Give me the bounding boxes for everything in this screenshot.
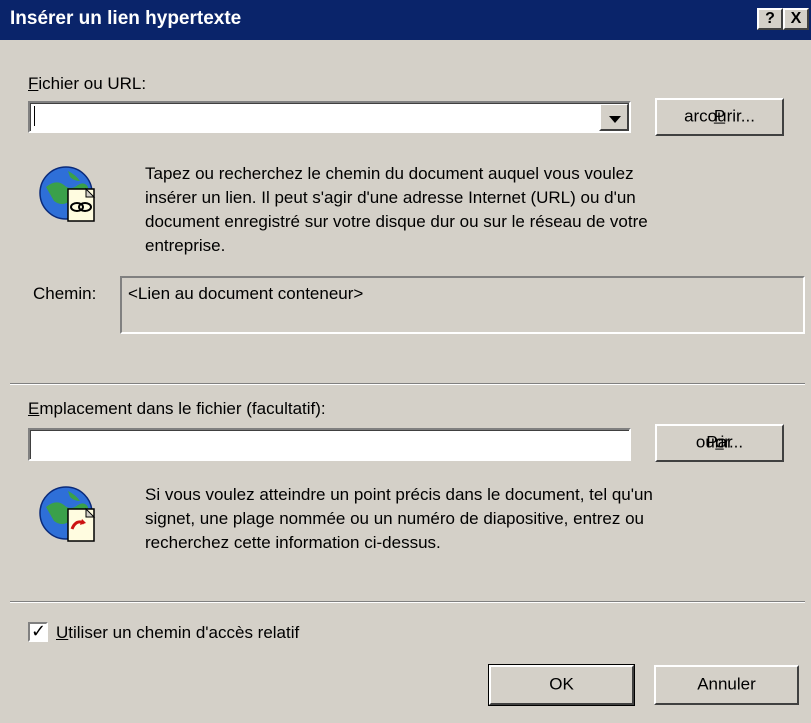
globe-document-bookmark-icon — [39, 486, 96, 542]
path-value: <Lien au document conteneur> — [128, 284, 364, 303]
ok-button[interactable]: OK — [488, 664, 635, 706]
path-display: <Lien au document conteneur> — [120, 276, 805, 334]
location-label: Emplacement dans le fichier (facultatif)… — [28, 399, 326, 418]
location-description: Si vous voulez atteindre un point précis… — [145, 485, 653, 552]
file-url-label: Fichier ou URL: — [28, 74, 147, 93]
relative-path-label[interactable]: Utiliser un chemin d'accès relatif — [56, 623, 299, 643]
help-button[interactable]: ? — [757, 8, 783, 30]
text-caret — [34, 106, 35, 126]
relative-path-checkbox[interactable]: ✓ — [28, 621, 48, 642]
close-button[interactable]: X — [783, 8, 809, 30]
title-bar: Insérer un lien hypertexte ? X — [0, 0, 811, 40]
path-label: Chemin: — [33, 284, 97, 303]
checkmark-icon: ✓ — [31, 621, 47, 641]
divider — [10, 383, 805, 385]
insert-hyperlink-dialog: Insérer un lien hypertexte ? X Fichier o… — [0, 0, 811, 723]
cancel-button[interactable]: Annuler — [654, 665, 799, 705]
file-url-combobox[interactable] — [28, 101, 631, 133]
divider — [10, 601, 805, 603]
location-input[interactable] — [28, 428, 631, 461]
browse-file-button[interactable]: Parcourir... — [655, 98, 784, 136]
file-url-dropdown-button[interactable] — [599, 103, 629, 131]
browse-location-button[interactable]: Par c ourir... — [655, 424, 784, 462]
chevron-down-icon — [609, 116, 621, 123]
file-url-description: Tapez ou recherchez le chemin du documen… — [145, 164, 648, 255]
dialog-title: Insérer un lien hypertexte — [10, 8, 242, 29]
globe-document-link-icon — [39, 166, 96, 222]
